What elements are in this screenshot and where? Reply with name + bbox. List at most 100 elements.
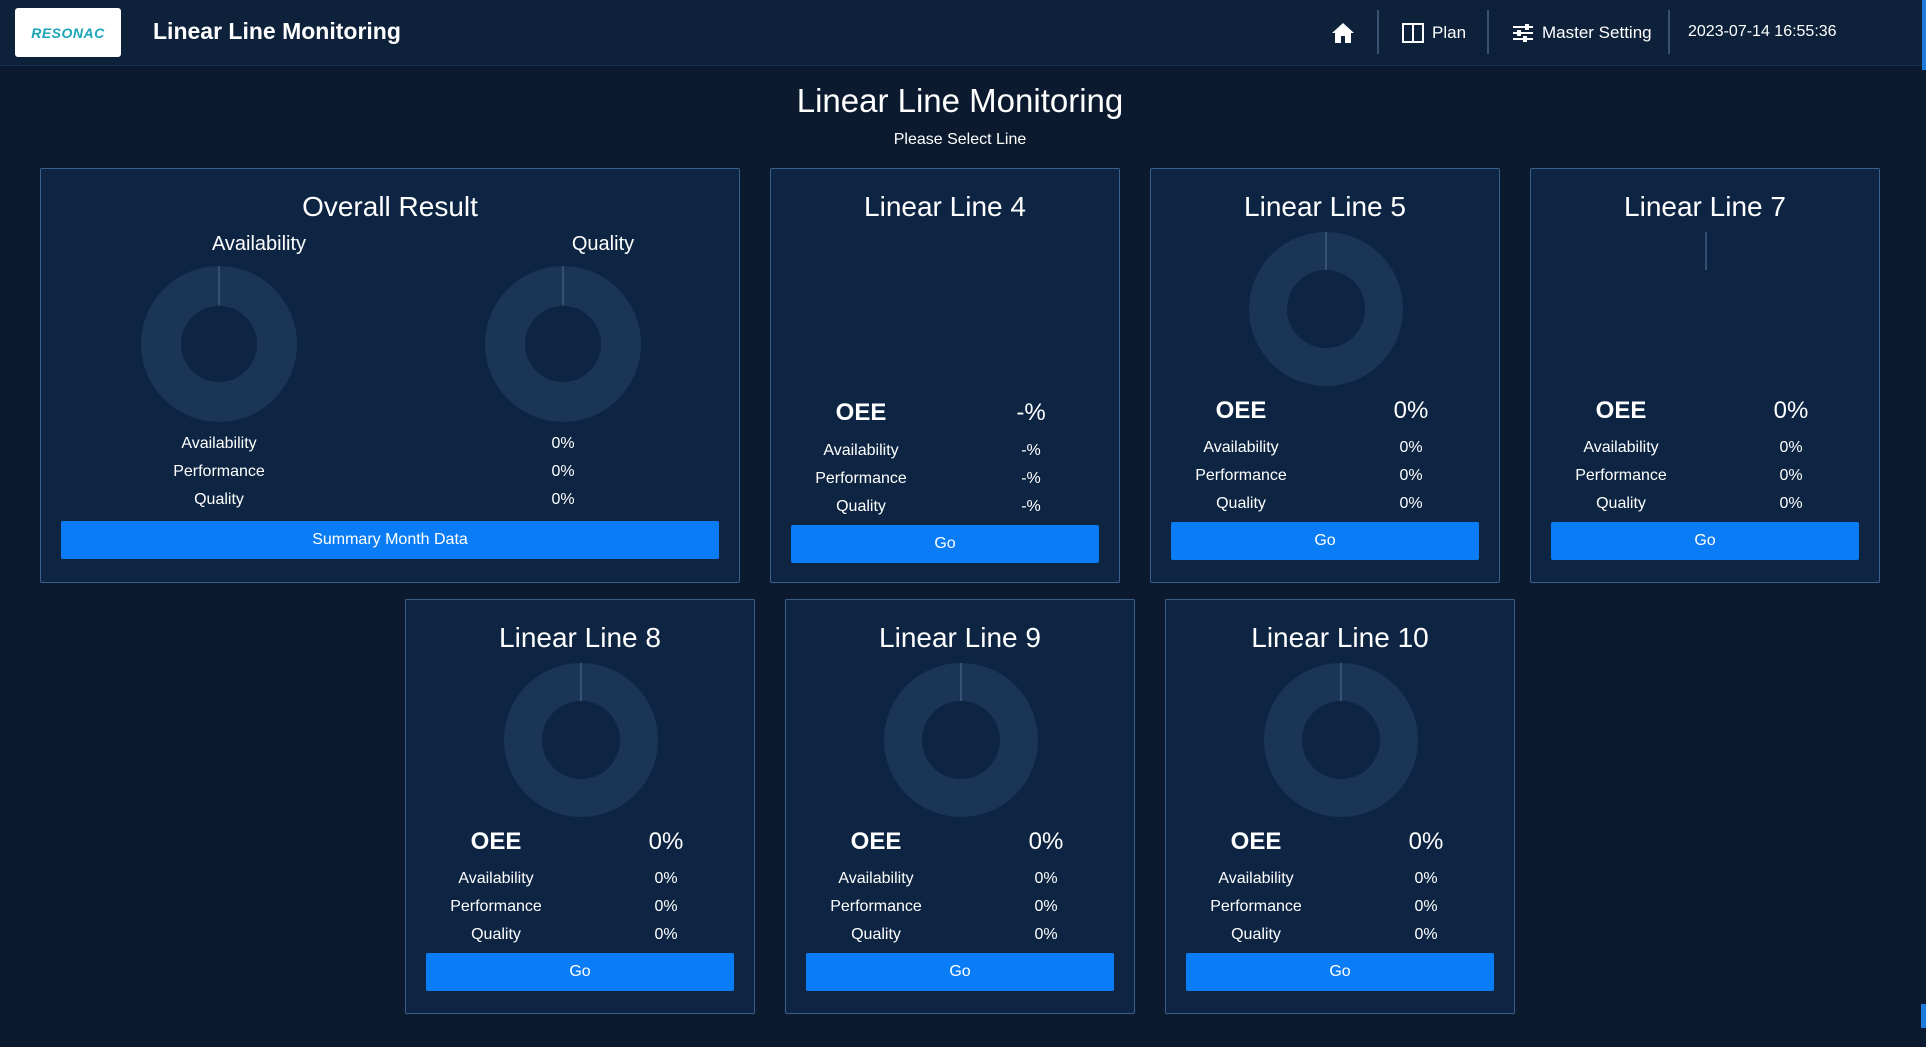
metric-value: 0% [1779, 495, 1803, 512]
page-title: Linear Line Monitoring [796, 82, 1124, 119]
metric-label: Quality [1231, 926, 1281, 943]
metric-label: Availability [1218, 870, 1294, 887]
metric-label: Performance [173, 463, 265, 480]
quality-chart-title: Quality [571, 233, 635, 255]
metric-value: 0% [551, 435, 575, 452]
availability-donut-chart [141, 266, 297, 422]
metric-value: 0% [1779, 439, 1803, 456]
line-card-7: Linear Line 7 OEE 0% Availability 0% Per… [1530, 168, 1880, 583]
metric-value: 0% [1034, 926, 1058, 943]
metric-label: Quality [1216, 495, 1266, 512]
plan-label: Plan [1432, 23, 1467, 42]
card-title: Linear Line 7 [1624, 191, 1786, 222]
metric-label: Performance [450, 898, 542, 915]
metric-label: Performance [830, 898, 922, 915]
metric-label: Quality [851, 926, 901, 943]
metric-label: Availability [1203, 439, 1279, 456]
scrollbar-indicator[interactable] [1922, 0, 1926, 70]
metric-value: 0% [1414, 870, 1438, 887]
sliders-icon [1513, 24, 1533, 42]
go-button-line-9[interactable]: Go [806, 953, 1114, 991]
top-bar: RESONAC Linear Line Monitoring Plan Mast… [0, 0, 1926, 66]
metric-label: Availability [823, 442, 899, 459]
metric-value: 0% [654, 926, 678, 943]
overall-result-card: Overall Result Availability Quality Avai… [40, 168, 740, 583]
go-button-line-7[interactable]: Go [1551, 522, 1859, 560]
oee-donut-chart [884, 663, 1038, 817]
card-title: Linear Line 8 [499, 622, 661, 653]
oee-value: -% [1016, 399, 1046, 426]
metric-label: Performance [1575, 467, 1667, 484]
nav-divider [1668, 10, 1670, 54]
card-title: Overall Result [302, 191, 478, 222]
quality-donut-chart [485, 266, 641, 422]
nav-divider [1487, 10, 1489, 54]
go-button-line-10[interactable]: Go [1186, 953, 1494, 991]
metric-value: -% [1021, 498, 1041, 515]
metric-label: Quality [836, 498, 886, 515]
card-title: Linear Line 5 [1244, 191, 1406, 222]
metric-value: 0% [551, 491, 575, 508]
home-button[interactable] [1326, 16, 1360, 50]
metric-value: 0% [654, 870, 678, 887]
metric-value: 0% [1399, 495, 1423, 512]
line-card-8: Linear Line 8 OEE 0% Availability 0% Per… [405, 599, 755, 1014]
metric-label: Availability [458, 870, 534, 887]
oee-value: 0% [1393, 397, 1429, 424]
card-title: Linear Line 10 [1251, 622, 1429, 653]
columns-icon [1402, 23, 1424, 43]
metric-value: -% [1021, 470, 1041, 487]
metric-value: 0% [1779, 467, 1803, 484]
page-subtitle: Please Select Line [893, 131, 1027, 148]
datetime-display: 2023-07-14 16:55:36 [1688, 23, 1837, 40]
line-card-10: Linear Line 10 OEE 0% Availability 0% Pe… [1165, 599, 1515, 1014]
card-title: Linear Line 9 [879, 622, 1041, 653]
metric-label: Availability [1583, 439, 1659, 456]
metric-label: Performance [1210, 898, 1302, 915]
oee-label: OEE [1595, 397, 1647, 424]
oee-label: OEE [1215, 397, 1267, 424]
line-card-5: Linear Line 5 OEE 0% Availability 0% Per… [1150, 168, 1500, 583]
oee-label: OEE [1230, 828, 1282, 855]
go-button-line-5[interactable]: Go [1171, 522, 1479, 560]
card-title: Linear Line 4 [864, 191, 1026, 222]
metric-value: 0% [1414, 926, 1438, 943]
metric-value: 0% [551, 463, 575, 480]
oee-donut-chart [1705, 232, 1707, 270]
metric-value: 0% [654, 898, 678, 915]
metric-label: Availability [838, 870, 914, 887]
metric-label: Quality [194, 491, 244, 508]
metric-value: -% [1021, 442, 1041, 459]
oee-donut-chart [1264, 663, 1418, 817]
metric-value: 0% [1414, 898, 1438, 915]
go-button-line-4[interactable]: Go [791, 525, 1099, 563]
availability-chart-title: Availability [211, 233, 307, 255]
home-icon [1332, 23, 1354, 43]
oee-value: 0% [1028, 828, 1064, 855]
go-button-line-8[interactable]: Go [426, 953, 734, 991]
scrollbar-thumb[interactable] [1921, 1004, 1926, 1028]
nav-divider [1377, 10, 1379, 54]
metric-value: 0% [1399, 467, 1423, 484]
oee-label: OEE [470, 828, 522, 855]
metric-label: Performance [815, 470, 907, 487]
oee-donut-chart [1249, 232, 1403, 386]
oee-label: OEE [850, 828, 902, 855]
master-setting-button[interactable]: Master Setting [1512, 18, 1652, 48]
oee-donut-chart [504, 663, 658, 817]
summary-month-data-button[interactable]: Summary Month Data [61, 521, 719, 559]
oee-label: OEE [835, 399, 887, 426]
resonac-logo[interactable]: RESONAC [15, 8, 121, 57]
metric-label: Quality [471, 926, 521, 943]
line-card-4: Linear Line 4 OEE -% Availability -% Per… [770, 168, 1120, 583]
metric-label: Availability [181, 435, 257, 452]
metric-label: Performance [1195, 467, 1287, 484]
line-card-9: Linear Line 9 OEE 0% Availability 0% Per… [785, 599, 1135, 1014]
metric-value: 0% [1399, 439, 1423, 456]
oee-value: 0% [1773, 397, 1809, 424]
metric-value: 0% [1034, 898, 1058, 915]
oee-value: 0% [1408, 828, 1444, 855]
metric-value: 0% [1034, 870, 1058, 887]
plan-button[interactable]: Plan [1402, 18, 1466, 48]
metric-label: Quality [1596, 495, 1646, 512]
